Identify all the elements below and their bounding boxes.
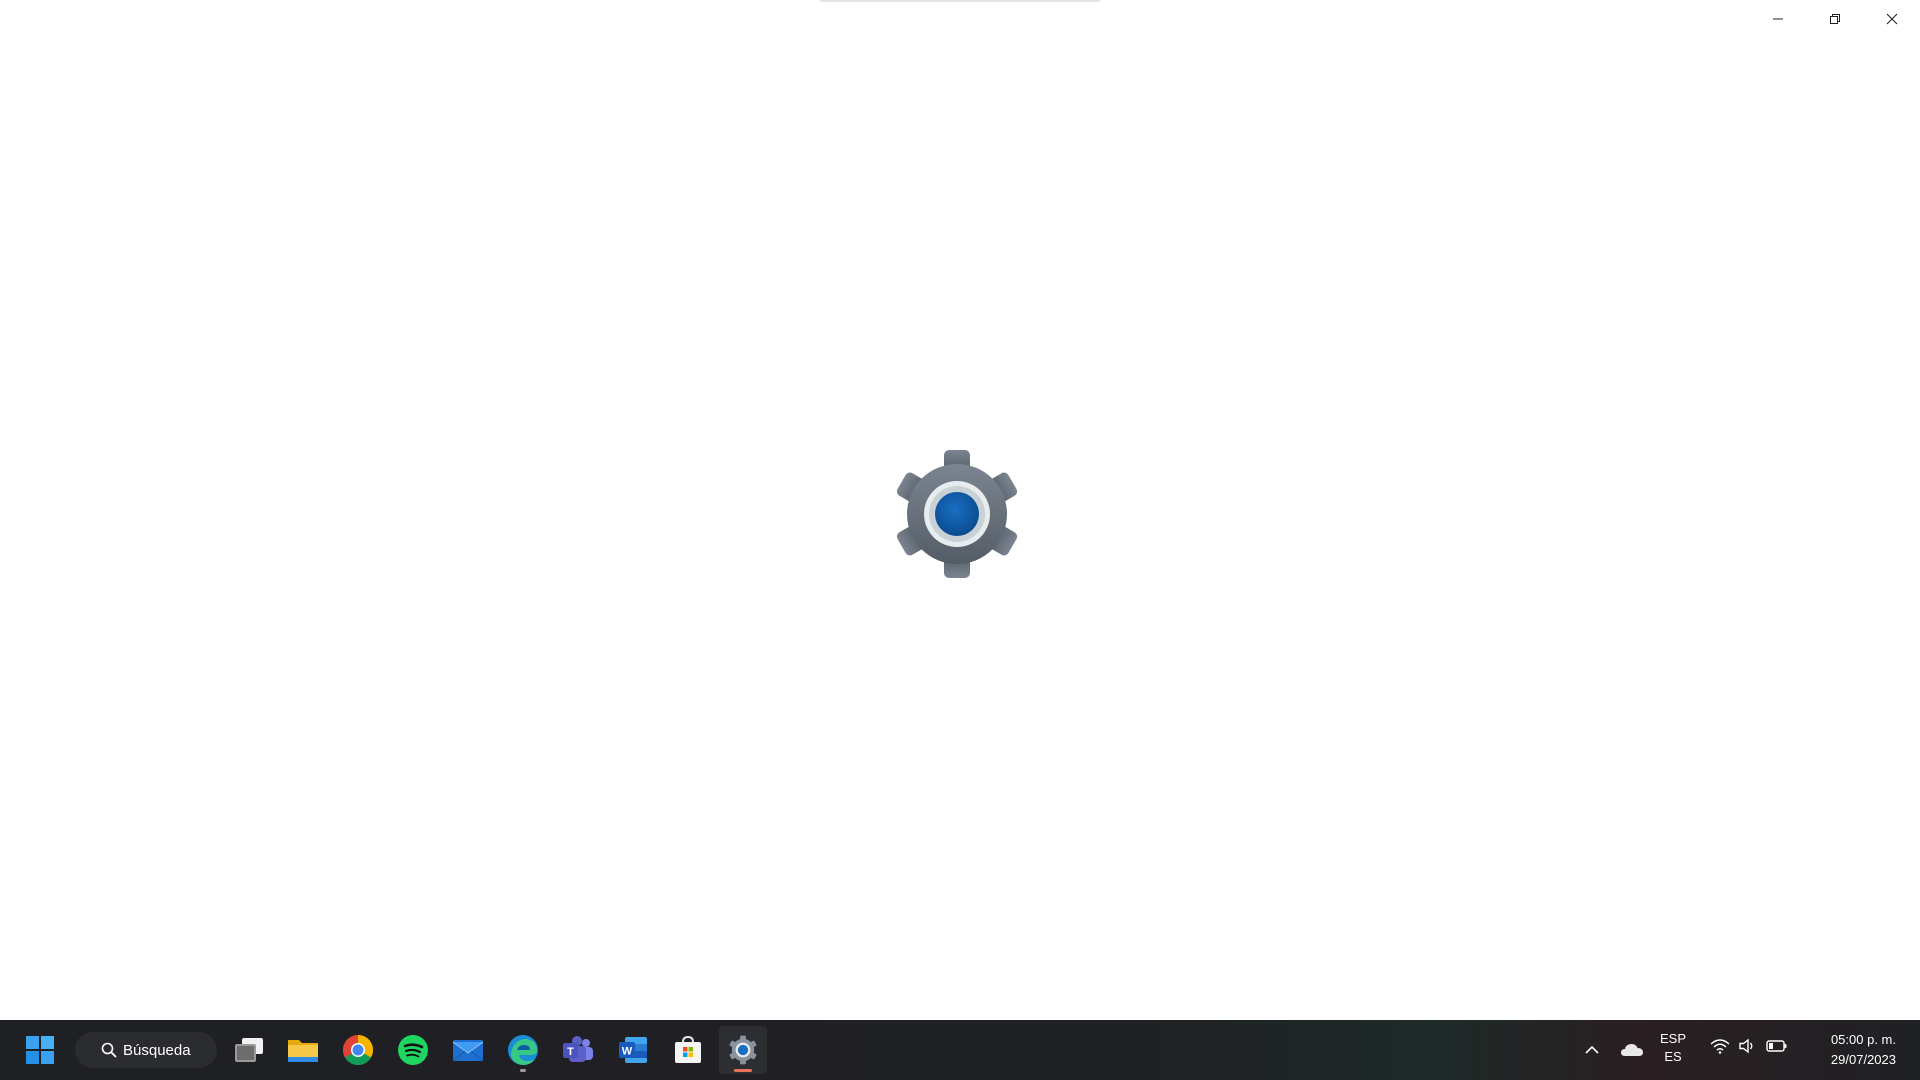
search-box[interactable]: Búsqueda bbox=[75, 1032, 217, 1068]
windows-logo-icon bbox=[26, 1036, 54, 1064]
file-explorer-icon bbox=[288, 1040, 318, 1062]
onedrive-cloud-icon bbox=[1621, 1044, 1643, 1056]
clock[interactable]: 05:00 p. m. 29/07/2023 bbox=[1831, 1030, 1896, 1070]
caption-buttons bbox=[1749, 0, 1920, 38]
keyboard-layout: ES bbox=[1664, 1049, 1682, 1064]
edge-icon bbox=[508, 1035, 538, 1065]
input-language-button[interactable]: ESP ES bbox=[1660, 1030, 1686, 1066]
search-label: Búsqueda bbox=[123, 1041, 191, 1059]
task-view-button[interactable] bbox=[225, 1026, 273, 1074]
spotify-icon bbox=[398, 1035, 428, 1065]
close-button[interactable] bbox=[1863, 0, 1920, 38]
restore-button[interactable] bbox=[1806, 0, 1863, 38]
volume-icon bbox=[1739, 1038, 1753, 1054]
wifi-icon bbox=[1710, 1039, 1730, 1054]
minimize-button[interactable] bbox=[1749, 0, 1806, 38]
word-icon: W bbox=[619, 1037, 647, 1063]
store-button[interactable] bbox=[664, 1026, 712, 1074]
store-icon bbox=[675, 1035, 701, 1063]
battery-icon bbox=[1766, 1040, 1787, 1052]
active-indicator bbox=[734, 1069, 752, 1072]
language-code: ESP bbox=[1660, 1031, 1687, 1046]
mail-button[interactable] bbox=[444, 1026, 492, 1074]
clock-time: 05:00 p. m. bbox=[1830, 1032, 1896, 1047]
chrome-button[interactable] bbox=[334, 1026, 382, 1074]
clock-date: 29/07/2023 bbox=[1830, 1052, 1896, 1067]
chrome-icon bbox=[342, 1035, 374, 1066]
onedrive-button[interactable] bbox=[1608, 1026, 1656, 1074]
spotify-button[interactable] bbox=[389, 1026, 437, 1074]
running-indicator bbox=[520, 1069, 526, 1072]
quick-settings-button[interactable] bbox=[1710, 1038, 1788, 1054]
file-explorer-button[interactable] bbox=[279, 1026, 327, 1074]
restore-icon bbox=[1829, 14, 1840, 24]
search-icon bbox=[101, 1042, 117, 1058]
chevron-up-icon bbox=[1585, 1045, 1599, 1054]
teams-icon: T bbox=[563, 1036, 593, 1062]
snap-bar-hint bbox=[820, 0, 1100, 2]
start-button[interactable] bbox=[16, 1026, 64, 1074]
edge-button[interactable] bbox=[499, 1026, 547, 1074]
settings-gear-icon bbox=[890, 447, 1024, 581]
close-icon bbox=[1886, 13, 1897, 25]
task-view-icon bbox=[235, 1038, 263, 1062]
taskbar: Búsqueda T W ESP ES 05:00 p. m. 29/07/20… bbox=[0, 1020, 1920, 1080]
word-button[interactable]: W bbox=[609, 1026, 657, 1074]
svg-text:T: T bbox=[567, 1046, 574, 1058]
teams-button[interactable]: T bbox=[554, 1026, 602, 1074]
mail-icon bbox=[452, 1040, 484, 1062]
settings-window bbox=[0, 0, 1920, 1020]
minimize-icon bbox=[1772, 18, 1783, 20]
settings-button[interactable] bbox=[719, 1026, 767, 1074]
settings-icon bbox=[729, 1035, 757, 1065]
svg-text:W: W bbox=[622, 1046, 633, 1058]
